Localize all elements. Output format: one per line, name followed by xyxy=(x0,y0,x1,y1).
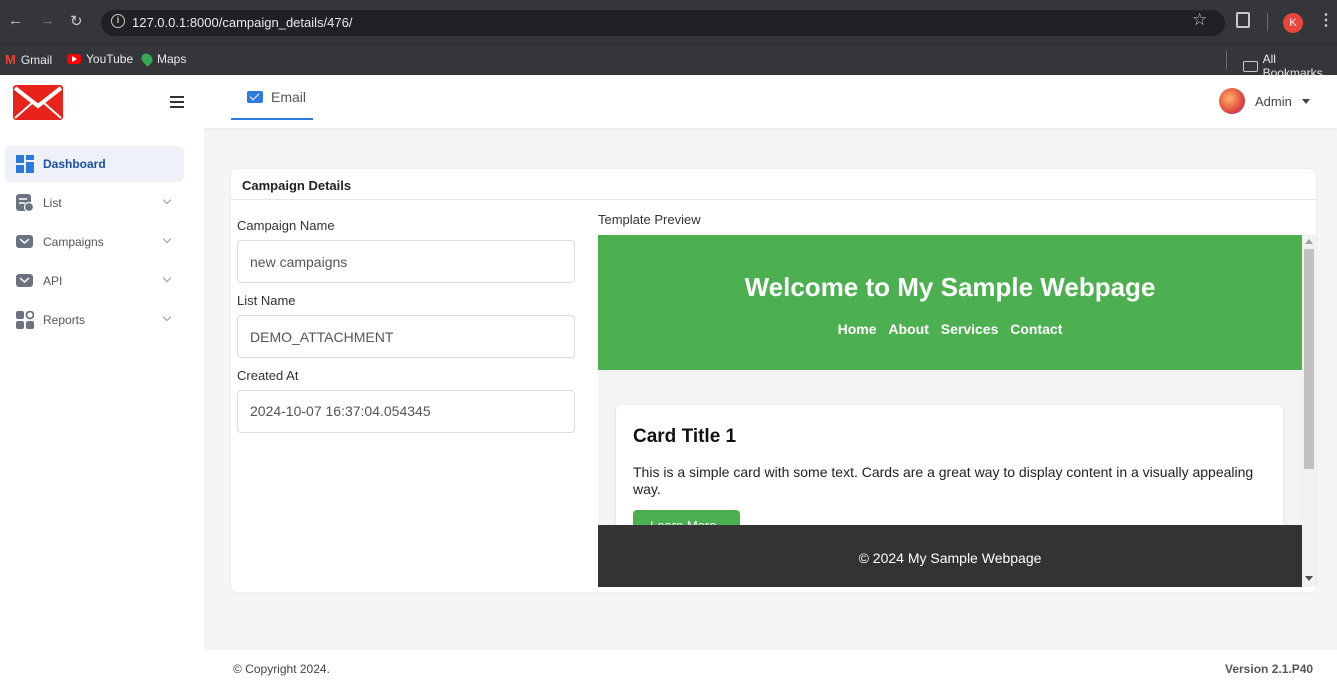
menu-dots-icon[interactable]: ⋮ xyxy=(1318,10,1334,30)
profile-avatar[interactable]: K xyxy=(1283,13,1303,33)
youtube-icon xyxy=(67,54,81,64)
mail-icon xyxy=(247,90,263,103)
avatar xyxy=(1219,88,1245,114)
bookmarks-bar: M Gmail YouTube Maps All Bookmarks xyxy=(0,44,1337,80)
created-at-label: Created At xyxy=(237,368,299,383)
preview-card-title: Card Title 1 xyxy=(633,426,737,447)
preview-header: Welcome to My Sample Webpage Home About … xyxy=(598,235,1302,370)
chevron-down-icon xyxy=(162,234,172,244)
caret-down-icon xyxy=(1301,98,1310,104)
preview-nav: Home About Services Contact xyxy=(598,321,1302,337)
bookmark-maps[interactable]: Maps xyxy=(139,51,187,67)
toolbar-divider xyxy=(1267,13,1268,31)
bookmark-label: YouTube xyxy=(86,52,134,66)
bookmark-gmail[interactable]: M Gmail xyxy=(5,52,52,67)
sidebar-item-campaigns[interactable]: Campaigns xyxy=(5,224,184,260)
scroll-up-icon[interactable] xyxy=(1305,239,1313,244)
campaign-name-field[interactable]: new campaigns xyxy=(237,240,575,283)
preview-scrollbar[interactable] xyxy=(1302,235,1316,587)
sidebar-item-list[interactable]: List xyxy=(5,185,184,221)
template-preview-frame[interactable]: Welcome to My Sample Webpage Home About … xyxy=(598,235,1302,587)
mail-icon xyxy=(16,235,33,248)
back-icon[interactable]: ← xyxy=(8,12,23,29)
app-logo-icon[interactable] xyxy=(12,84,64,121)
chevron-down-icon xyxy=(162,312,172,322)
copyright-text: © Copyright 2024. xyxy=(233,662,330,676)
sidebar-item-reports[interactable]: Reports xyxy=(5,302,184,338)
list-name-label: List Name xyxy=(237,293,296,308)
preview-nav-home[interactable]: Home xyxy=(838,321,877,337)
reload-icon[interactable]: ↻ xyxy=(70,12,83,30)
tab-email-label: Email xyxy=(271,88,307,105)
app-header: Email Admin xyxy=(0,75,1337,128)
browser-toolbar: ← → ↻ i 127.0.0.1:8000/campaign_details/… xyxy=(0,0,1337,44)
sidebar-item-api[interactable]: API xyxy=(5,263,184,299)
app-footer: © Copyright 2024. Version 2.1.P40 xyxy=(204,650,1337,682)
created-at-field[interactable]: 2024-10-07 16:37:04.054345 xyxy=(237,390,575,433)
folder-icon xyxy=(1243,60,1258,72)
scroll-thumb[interactable] xyxy=(1304,249,1314,469)
bookmark-label: Gmail xyxy=(20,52,53,67)
bookmark-label: Maps xyxy=(157,52,187,66)
site-info-icon[interactable]: i xyxy=(111,14,125,28)
bookmark-star-icon[interactable]: ☆ xyxy=(1192,10,1207,30)
sidebar-item-label: List xyxy=(43,196,62,210)
preview-nav-about[interactable]: About xyxy=(888,321,928,337)
maps-icon xyxy=(139,51,155,67)
sidebar-item-label: Dashboard xyxy=(43,157,106,171)
extensions-icon[interactable] xyxy=(1236,12,1250,28)
chevron-down-icon xyxy=(162,273,172,283)
user-name: Admin xyxy=(1255,93,1292,109)
preview-nav-contact[interactable]: Contact xyxy=(1010,321,1062,337)
sidebar-item-label: Campaigns xyxy=(43,235,104,249)
preview-card: Card Title 1 This is a simple card with … xyxy=(616,405,1283,545)
preview-nav-services[interactable]: Services xyxy=(941,321,999,337)
sidebar-item-label: API xyxy=(43,274,63,288)
address-bar[interactable]: i 127.0.0.1:8000/campaign_details/476/ xyxy=(101,10,1225,36)
url-text[interactable]: 127.0.0.1:8000/campaign_details/476/ xyxy=(132,15,352,30)
reports-icon xyxy=(16,311,34,329)
forward-icon[interactable]: → xyxy=(40,12,55,29)
bookmarks-divider xyxy=(1226,51,1227,69)
template-preview-label: Template Preview xyxy=(598,212,701,227)
tab-email[interactable]: Email xyxy=(231,75,313,120)
gmail-icon: M xyxy=(5,52,16,67)
chevron-down-icon xyxy=(162,195,172,205)
sidebar: Dashboard List Campaigns API Reports xyxy=(0,128,204,682)
menu-toggle-icon[interactable] xyxy=(170,96,184,108)
dashboard-icon xyxy=(16,155,34,173)
campaign-name-label: Campaign Name xyxy=(237,218,335,233)
mail-icon xyxy=(16,274,33,287)
sidebar-item-dashboard[interactable]: Dashboard xyxy=(5,146,184,182)
scroll-down-icon[interactable] xyxy=(1305,576,1313,581)
sidebar-item-label: Reports xyxy=(43,313,86,327)
list-name-field[interactable]: DEMO_ATTACHMENT xyxy=(237,315,575,358)
bookmark-youtube[interactable]: YouTube xyxy=(67,52,133,66)
preview-card-text: This is a simple card with some text. Ca… xyxy=(633,464,1254,497)
list-icon xyxy=(16,194,34,212)
version-text: Version 2.1.P40 xyxy=(1225,662,1314,676)
user-menu[interactable]: Admin xyxy=(1219,88,1310,114)
card-title: Campaign Details xyxy=(231,169,1316,200)
preview-title: Welcome to My Sample Webpage xyxy=(744,272,1156,302)
preview-footer: © 2024 My Sample Webpage xyxy=(598,525,1302,587)
